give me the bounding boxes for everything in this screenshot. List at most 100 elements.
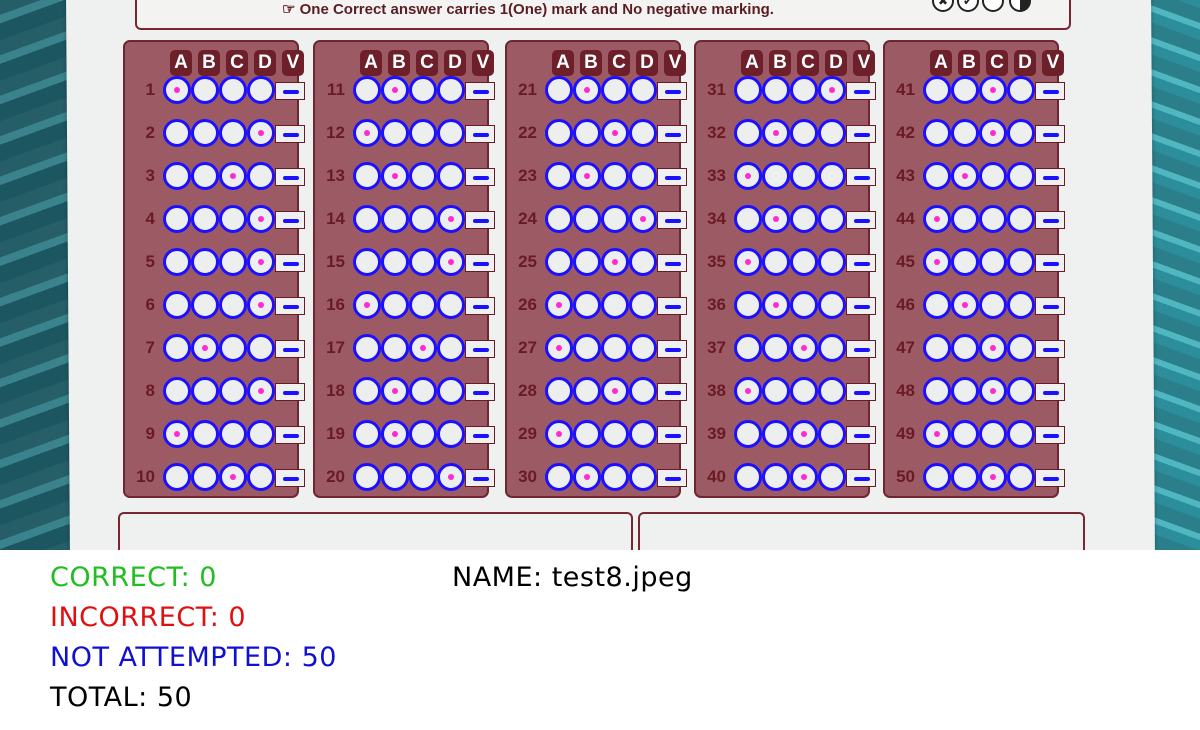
bubble-q26-a[interactable] <box>545 291 573 319</box>
bubble-q10-d[interactable] <box>247 463 275 491</box>
bubble-q46-c[interactable] <box>979 291 1007 319</box>
bubble-q31-b[interactable] <box>762 76 790 104</box>
bubble-q28-c[interactable] <box>601 377 629 405</box>
bubble-q41-a[interactable] <box>923 76 951 104</box>
bubble-q38-a[interactable] <box>734 377 762 405</box>
bubble-q42-c[interactable] <box>979 119 1007 147</box>
bubble-q22-c[interactable] <box>601 119 629 147</box>
bubble-q46-d[interactable] <box>1007 291 1035 319</box>
bubble-q39-b[interactable] <box>762 420 790 448</box>
bubble-q34-b[interactable] <box>762 205 790 233</box>
bubble-q36-d[interactable] <box>818 291 846 319</box>
bubble-q34-d[interactable] <box>818 205 846 233</box>
bubble-q30-d[interactable] <box>629 463 657 491</box>
bubble-q28-d[interactable] <box>629 377 657 405</box>
bubble-q37-d[interactable] <box>818 334 846 362</box>
bubble-q16-d[interactable] <box>437 291 465 319</box>
bubble-q12-c[interactable] <box>409 119 437 147</box>
bubble-q4-a[interactable] <box>163 205 191 233</box>
bubble-q9-c[interactable] <box>219 420 247 448</box>
bubble-q48-d[interactable] <box>1007 377 1035 405</box>
bubble-q38-b[interactable] <box>762 377 790 405</box>
bubble-q11-b[interactable] <box>381 76 409 104</box>
bubble-q13-b[interactable] <box>381 162 409 190</box>
bubble-q46-b[interactable] <box>951 291 979 319</box>
bubble-q24-d[interactable] <box>629 205 657 233</box>
bubble-q23-d[interactable] <box>629 162 657 190</box>
bubble-q3-b[interactable] <box>191 162 219 190</box>
bubble-q5-b[interactable] <box>191 248 219 276</box>
bubble-q7-a[interactable] <box>163 334 191 362</box>
bubble-q5-a[interactable] <box>163 248 191 276</box>
bubble-q35-d[interactable] <box>818 248 846 276</box>
bubble-q44-a[interactable] <box>923 205 951 233</box>
bubble-q34-c[interactable] <box>790 205 818 233</box>
bubble-q31-a[interactable] <box>734 76 762 104</box>
bubble-q19-a[interactable] <box>353 420 381 448</box>
bubble-q42-d[interactable] <box>1007 119 1035 147</box>
bubble-q35-c[interactable] <box>790 248 818 276</box>
bubble-q3-d[interactable] <box>247 162 275 190</box>
bubble-q16-c[interactable] <box>409 291 437 319</box>
bubble-q45-b[interactable] <box>951 248 979 276</box>
bubble-q10-c[interactable] <box>219 463 247 491</box>
bubble-q11-a[interactable] <box>353 76 381 104</box>
bubble-q25-b[interactable] <box>573 248 601 276</box>
bubble-q11-c[interactable] <box>409 76 437 104</box>
bubble-q32-b[interactable] <box>762 119 790 147</box>
bubble-q8-b[interactable] <box>191 377 219 405</box>
bubble-q32-a[interactable] <box>734 119 762 147</box>
bubble-q35-b[interactable] <box>762 248 790 276</box>
bubble-q29-c[interactable] <box>601 420 629 448</box>
bubble-q43-d[interactable] <box>1007 162 1035 190</box>
bubble-q49-d[interactable] <box>1007 420 1035 448</box>
bubble-q17-b[interactable] <box>381 334 409 362</box>
bubble-q27-b[interactable] <box>573 334 601 362</box>
bubble-q18-c[interactable] <box>409 377 437 405</box>
bubble-q29-b[interactable] <box>573 420 601 448</box>
bubble-q14-a[interactable] <box>353 205 381 233</box>
bubble-q22-a[interactable] <box>545 119 573 147</box>
bubble-q34-a[interactable] <box>734 205 762 233</box>
bubble-q39-d[interactable] <box>818 420 846 448</box>
bubble-q16-a[interactable] <box>353 291 381 319</box>
bubble-q2-a[interactable] <box>163 119 191 147</box>
bubble-q21-a[interactable] <box>545 76 573 104</box>
bubble-q49-a[interactable] <box>923 420 951 448</box>
bubble-q47-a[interactable] <box>923 334 951 362</box>
bubble-q21-b[interactable] <box>573 76 601 104</box>
bubble-q33-c[interactable] <box>790 162 818 190</box>
bubble-q32-d[interactable] <box>818 119 846 147</box>
bubble-q48-b[interactable] <box>951 377 979 405</box>
bubble-q18-d[interactable] <box>437 377 465 405</box>
bubble-q27-c[interactable] <box>601 334 629 362</box>
bubble-q5-c[interactable] <box>219 248 247 276</box>
bubble-q2-d[interactable] <box>247 119 275 147</box>
bubble-q32-c[interactable] <box>790 119 818 147</box>
bubble-q4-d[interactable] <box>247 205 275 233</box>
bubble-q26-b[interactable] <box>573 291 601 319</box>
bubble-q2-b[interactable] <box>191 119 219 147</box>
bubble-q4-c[interactable] <box>219 205 247 233</box>
bubble-q24-a[interactable] <box>545 205 573 233</box>
bubble-q47-d[interactable] <box>1007 334 1035 362</box>
bubble-q22-b[interactable] <box>573 119 601 147</box>
bubble-q40-a[interactable] <box>734 463 762 491</box>
bubble-q13-c[interactable] <box>409 162 437 190</box>
bubble-q16-b[interactable] <box>381 291 409 319</box>
bubble-q18-b[interactable] <box>381 377 409 405</box>
bubble-q49-c[interactable] <box>979 420 1007 448</box>
bubble-q35-a[interactable] <box>734 248 762 276</box>
bubble-q14-b[interactable] <box>381 205 409 233</box>
bubble-q36-a[interactable] <box>734 291 762 319</box>
bubble-q30-b[interactable] <box>573 463 601 491</box>
bubble-q23-a[interactable] <box>545 162 573 190</box>
bubble-q50-c[interactable] <box>979 463 1007 491</box>
bubble-q44-b[interactable] <box>951 205 979 233</box>
bubble-q23-c[interactable] <box>601 162 629 190</box>
bubble-q36-b[interactable] <box>762 291 790 319</box>
bubble-q29-d[interactable] <box>629 420 657 448</box>
bubble-q47-c[interactable] <box>979 334 1007 362</box>
bubble-q27-d[interactable] <box>629 334 657 362</box>
bubble-q1-d[interactable] <box>247 76 275 104</box>
